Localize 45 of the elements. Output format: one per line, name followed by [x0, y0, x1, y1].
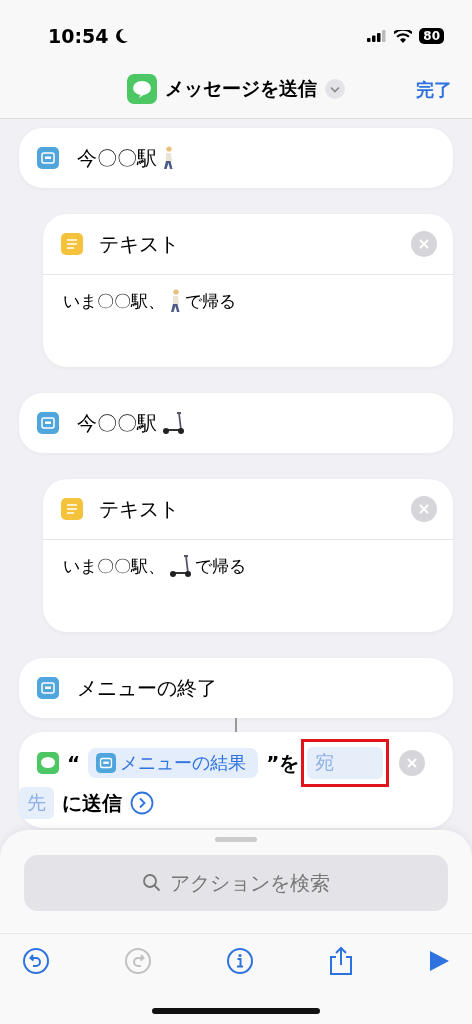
menu-item-card[interactable]: 今〇〇駅: [19, 393, 453, 453]
undo-icon[interactable]: [22, 947, 50, 975]
menu-icon: [37, 412, 59, 434]
sheet-handle[interactable]: [215, 837, 257, 842]
action-text: に送信: [62, 789, 122, 817]
chevron-down-icon[interactable]: [325, 79, 345, 99]
menu-item-label: 今〇〇駅: [77, 144, 157, 172]
quote-mark: “: [67, 751, 81, 775]
info-icon[interactable]: [226, 947, 254, 975]
variable-token[interactable]: メニューの結果: [88, 748, 259, 778]
menu-icon: [37, 147, 59, 169]
share-icon[interactable]: [328, 946, 354, 976]
battery-level: 80: [419, 28, 444, 44]
chat-bubble-icon: [37, 752, 59, 774]
chevron-right-icon[interactable]: [130, 791, 154, 815]
text-content[interactable]: で帰る: [185, 289, 236, 313]
moon-icon: [115, 28, 130, 44]
action-title: テキスト: [99, 495, 179, 523]
play-icon[interactable]: [428, 949, 450, 973]
menu-icon: [37, 677, 59, 699]
walking-person-icon: [168, 289, 182, 313]
text-icon: [61, 233, 83, 255]
walking-person-icon: [161, 146, 175, 170]
signal-icon: [367, 30, 388, 42]
nav-title[interactable]: メッセージを送信: [165, 76, 317, 102]
search-field[interactable]: アクションを検索: [24, 855, 448, 911]
menu-item-card[interactable]: メニューの終了: [19, 658, 453, 718]
text-icon: [61, 498, 83, 520]
text-content[interactable]: で帰る: [195, 554, 246, 578]
scooter-icon: [161, 411, 185, 435]
done-button[interactable]: 完了: [416, 78, 452, 102]
menu-item-label: 今〇〇駅: [77, 409, 157, 437]
text-content[interactable]: いま〇〇駅、: [63, 289, 165, 313]
status-time: 10:54: [48, 25, 109, 47]
variable-label: メニューの結果: [120, 751, 247, 775]
action-title: テキスト: [99, 230, 179, 258]
text-content[interactable]: いま〇〇駅、: [63, 554, 165, 578]
chat-bubble-icon: [127, 74, 157, 104]
wifi-icon: [394, 29, 413, 43]
action-text: ”を: [266, 749, 300, 777]
menu-item-card[interactable]: 今〇〇駅: [19, 128, 453, 188]
menu-icon: [96, 753, 117, 773]
menu-item-label: メニューの終了: [77, 674, 217, 702]
scooter-icon: [168, 554, 192, 578]
search-icon: [142, 873, 162, 893]
